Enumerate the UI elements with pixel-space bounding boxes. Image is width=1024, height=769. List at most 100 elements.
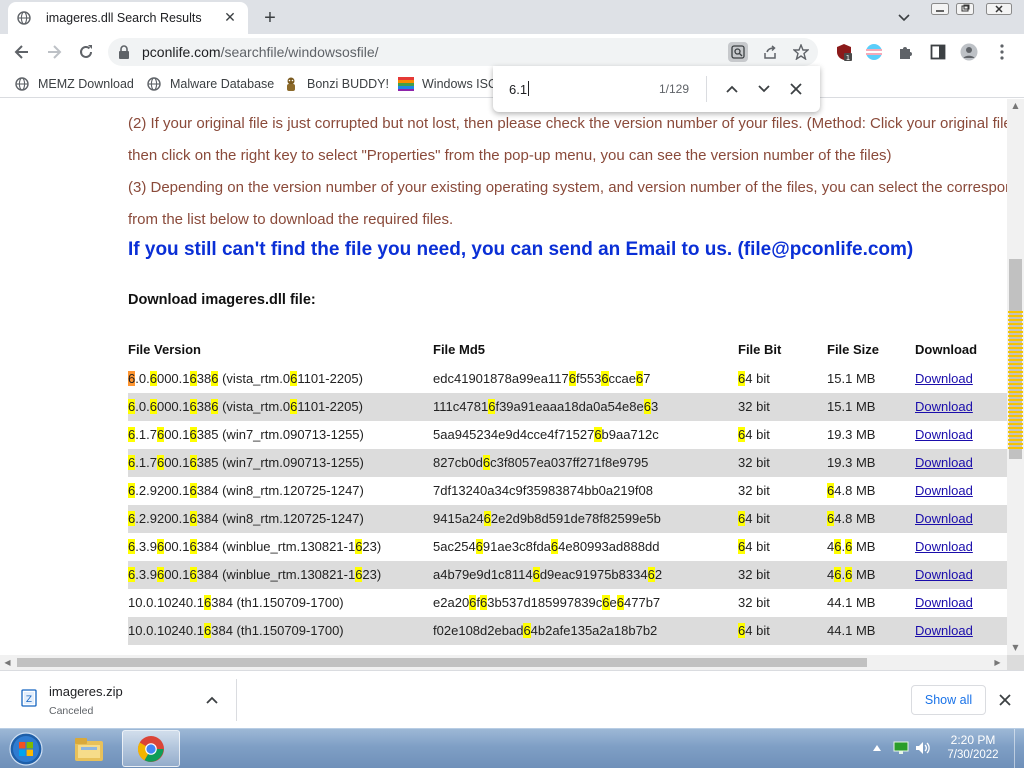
close-shelf-icon[interactable] bbox=[996, 691, 1014, 709]
header-file-version: File Version bbox=[128, 342, 201, 357]
address-bar[interactable]: pconlife.com/searchfile/windowsosfile/ bbox=[108, 38, 818, 66]
cell-file-md5: e2a206f63b537d185997839c6e6477b7 bbox=[433, 595, 661, 610]
table-row: 6.2.9200.16384 (win8_rtm.120725-1247) 941… bbox=[128, 505, 1007, 533]
find-match: 6 bbox=[738, 623, 746, 638]
find-match: 6 bbox=[211, 399, 219, 414]
find-input[interactable]: 6.1 bbox=[509, 81, 530, 97]
cell-file-version: 10.0.10240.16384 (th1.150709-1700) bbox=[128, 595, 344, 610]
cell-file-version: 6.1.7600.16385 (win7_rtm.090713-1255) bbox=[128, 427, 364, 442]
cell-file-size: 46.6 MB bbox=[827, 567, 876, 582]
download-link[interactable]: Download bbox=[915, 427, 973, 442]
find-match: 6 bbox=[482, 455, 491, 470]
horizontal-scrollbar[interactable]: ◀ ▶ bbox=[0, 655, 1007, 670]
minimize-button[interactable] bbox=[926, 0, 954, 18]
scroll-left-arrow-icon[interactable]: ◀ bbox=[3, 657, 12, 668]
find-match: 6 bbox=[532, 567, 540, 582]
download-options-chevron-up-icon[interactable] bbox=[203, 691, 221, 709]
svg-text:Z: Z bbox=[26, 695, 32, 705]
cell-file-bit: 64 bit bbox=[738, 427, 770, 442]
new-tab-button[interactable]: + bbox=[258, 6, 282, 30]
find-match: 6 bbox=[355, 539, 363, 554]
bookmark-memz-download[interactable]: MEMZ Download bbox=[14, 75, 134, 93]
tray-network-icon[interactable] bbox=[892, 739, 910, 757]
cell-file-version: 6.2.9200.16384 (win8_rtm.120725-1247) bbox=[128, 483, 364, 498]
more-menu-icon[interactable] bbox=[992, 42, 1012, 62]
header-download: Download bbox=[915, 342, 978, 357]
back-arrow-icon[interactable] bbox=[10, 40, 34, 64]
tray-show-hidden-icon[interactable] bbox=[868, 739, 886, 757]
start-button[interactable] bbox=[4, 731, 48, 767]
extension-shield-icon[interactable]: 1 bbox=[834, 42, 854, 62]
download-link[interactable]: Download bbox=[915, 595, 973, 610]
cell-file-md5: 9415a2462e2d9b8d591de78f82599e5b bbox=[433, 511, 661, 526]
download-link[interactable]: Download bbox=[915, 371, 973, 386]
table-row: 6.0.6000.16386 (vista_rtm.061101-2205) 11… bbox=[128, 393, 1007, 421]
download-link[interactable]: Download bbox=[915, 567, 973, 582]
bookmark-bonzi-buddy[interactable]: Bonzi BUDDY! bbox=[283, 75, 389, 93]
cell-file-md5: 827cb0d6c3f8057ea037ff271f8e9795 bbox=[433, 455, 649, 470]
svg-text:1: 1 bbox=[846, 54, 850, 61]
header-file-md5: File Md5 bbox=[433, 342, 486, 357]
zip-file-icon[interactable]: Z bbox=[20, 689, 38, 707]
clock-time: 2:20 PM bbox=[950, 733, 996, 747]
find-match: 6 bbox=[616, 595, 624, 610]
close-window-button[interactable] bbox=[984, 0, 1014, 18]
scroll-right-arrow-icon[interactable]: ▶ bbox=[993, 657, 1002, 668]
horizontal-scrollbar-thumb[interactable] bbox=[17, 658, 867, 667]
forward-arrow-icon[interactable] bbox=[42, 40, 66, 64]
bookmark-windows-iso[interactable]: Windows ISO bbox=[398, 75, 498, 93]
share-icon[interactable] bbox=[760, 42, 780, 62]
find-previous-chevron-up-icon[interactable] bbox=[722, 79, 742, 99]
url-text[interactable]: pconlife.com/searchfile/windowsosfile/ bbox=[142, 44, 379, 60]
bookmark-malware-database[interactable]: Malware Database bbox=[146, 75, 274, 93]
find-next-chevron-down-icon[interactable] bbox=[754, 79, 774, 99]
tab-search-chevron-icon[interactable] bbox=[894, 8, 914, 28]
cell-file-bit: 64 bit bbox=[738, 623, 770, 638]
scroll-up-arrow-icon[interactable]: ▲ bbox=[1011, 101, 1020, 110]
cell-file-size: 19.3 MB bbox=[827, 455, 876, 470]
scroll-down-arrow-icon[interactable]: ▼ bbox=[1011, 643, 1020, 652]
bookmark-star-icon[interactable] bbox=[791, 42, 811, 62]
download-link[interactable]: Download bbox=[915, 455, 973, 470]
download-link[interactable]: Download bbox=[915, 623, 973, 638]
find-match-markers bbox=[1008, 311, 1023, 451]
cell-file-size: 44.1 MB bbox=[827, 595, 876, 610]
download-link[interactable]: Download bbox=[915, 399, 973, 414]
tab-imageres-search[interactable]: imageres.dll Search Results ✕ bbox=[8, 2, 248, 34]
taskbar-chrome-icon[interactable] bbox=[122, 730, 180, 767]
find-match: 6 bbox=[128, 455, 136, 470]
trans-flag-icon[interactable] bbox=[864, 42, 884, 62]
profile-avatar-icon[interactable] bbox=[959, 42, 979, 62]
tray-volume-icon[interactable] bbox=[914, 739, 932, 757]
find-in-page-icon[interactable] bbox=[728, 42, 748, 62]
download-heading: Download imageres.dll file: bbox=[128, 292, 316, 308]
taskbar-explorer-folder-icon[interactable] bbox=[60, 730, 118, 767]
tab-close-icon[interactable]: ✕ bbox=[220, 8, 240, 28]
find-match: 6 bbox=[738, 539, 746, 554]
reload-icon[interactable] bbox=[74, 40, 98, 64]
cell-file-version: 6.3.9600.16384 (winblue_rtm.130821-1623) bbox=[128, 539, 382, 554]
show-desktop-button[interactable] bbox=[1014, 729, 1024, 769]
find-close-icon[interactable] bbox=[786, 79, 806, 99]
cell-file-size: 64.8 MB bbox=[827, 483, 876, 498]
show-all-button[interactable]: Show all bbox=[911, 685, 986, 715]
scrollbar-corner bbox=[1007, 655, 1024, 670]
cell-file-size: 44.1 MB bbox=[827, 623, 876, 638]
find-match: 6 bbox=[128, 511, 136, 526]
restore-button[interactable] bbox=[951, 0, 979, 18]
vertical-scrollbar[interactable]: ▲ ▼ bbox=[1007, 99, 1024, 655]
download-link[interactable]: Download bbox=[915, 483, 973, 498]
cell-file-bit: 64 bit bbox=[738, 539, 770, 554]
download-link[interactable]: Download bbox=[915, 511, 973, 526]
windows-flag-icon bbox=[398, 76, 414, 92]
download-link[interactable]: Download bbox=[915, 539, 973, 554]
lock-icon[interactable] bbox=[118, 44, 130, 63]
cell-file-md5: f02e108d2ebad64b2afe135a2a18b7b2 bbox=[433, 623, 658, 638]
find-match: 6 bbox=[189, 399, 197, 414]
bookmark-label: MEMZ Download bbox=[38, 77, 134, 91]
taskbar-clock[interactable]: 2:20 PM 7/30/2022 bbox=[938, 733, 1008, 761]
side-panel-icon[interactable] bbox=[928, 42, 948, 62]
clock-date: 7/30/2022 bbox=[947, 749, 999, 761]
extensions-puzzle-icon[interactable] bbox=[896, 42, 916, 62]
download-file-name[interactable]: imageres.zip bbox=[49, 684, 123, 699]
